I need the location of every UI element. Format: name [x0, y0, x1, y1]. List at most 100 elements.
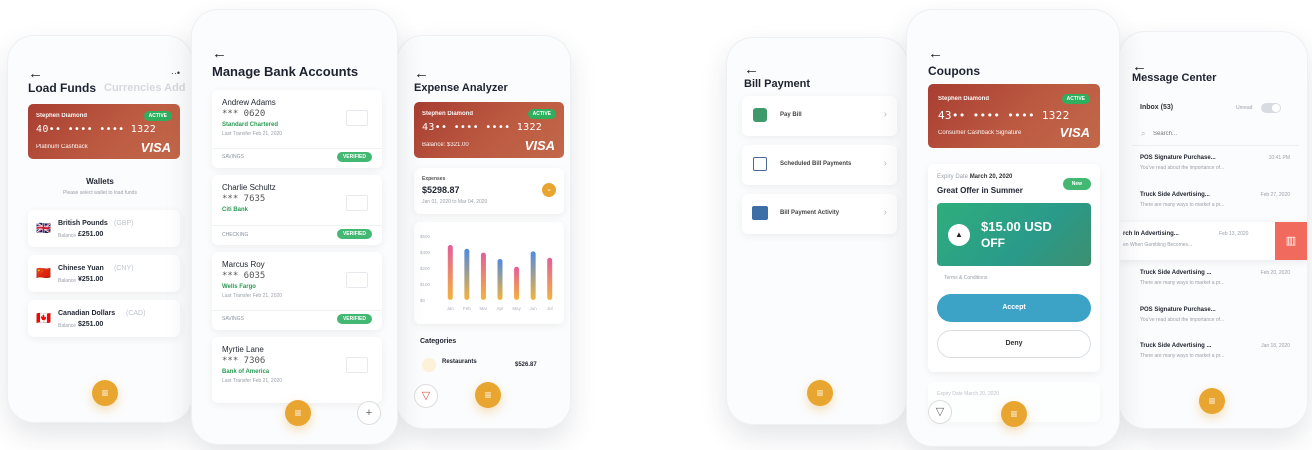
card-number: 43•• •••• •••• 1322 [422, 122, 543, 133]
credit-card[interactable]: Stephen Diamond ACTIVE 43•• •••• •••• 13… [414, 102, 564, 158]
uk-flag-icon: 🇬🇧 [36, 221, 51, 235]
categories-title: Categories [420, 338, 457, 345]
active-badge: ACTIVE [527, 109, 556, 119]
bill-payment-activity-item[interactable]: Bill Payment Activity › [742, 194, 897, 234]
bar-jan[interactable] [447, 244, 453, 300]
menu-fab-button[interactable]: ≡ [1199, 388, 1225, 414]
expense-chart-card: $500 $400 $200 $100 $0 Jan Feb Mar Apr May Jun Jul [414, 222, 564, 324]
expiry-label: Expiry Date March 20, 2020 [937, 174, 1013, 180]
unread-label: Unread [1236, 105, 1253, 111]
chevron-down-icon[interactable]: ⌄ [542, 183, 556, 197]
coupon-off: OFF [981, 236, 1005, 250]
bank-building-icon [752, 206, 768, 220]
wallet-amount: £251.00 [78, 231, 104, 238]
message-item[interactable]: Truck Side Advertising ... There are man… [1132, 265, 1302, 295]
account-number: *** 7635 [222, 194, 266, 204]
account-name: Marcus Roy [222, 260, 265, 269]
active-badge: ACTIVE [1061, 94, 1090, 104]
calendar-icon [753, 157, 767, 171]
menu-fab-button[interactable]: ≡ [1001, 401, 1027, 427]
chevron-right-icon: › [883, 207, 887, 218]
account-name: Myrtie Lane [222, 345, 264, 354]
account-number: *** 0620 [222, 109, 266, 119]
x-tick-label: Jan [447, 306, 455, 311]
menu-fab-button[interactable]: ≡ [285, 400, 311, 426]
expenses-range: Jan 01, 2020 to Mar 04, 2020 [422, 199, 488, 205]
back-arrow-icon[interactable]: ← [744, 62, 759, 77]
accept-button[interactable]: Accept [937, 294, 1091, 322]
bar-mar[interactable] [480, 252, 486, 300]
wallet-name: Chinese Yuan [58, 265, 104, 272]
back-arrow-icon[interactable]: ← [928, 46, 943, 61]
wallet-item[interactable]: 🇨🇳 Chinese Yuan (CNY) Balance ¥251.00 [28, 255, 180, 292]
bank-building-icon [346, 110, 368, 126]
phone-load-funds: ← ··• Load Funds Currencies Add Stephen … [8, 36, 192, 422]
expenses-summary[interactable]: Expenses $5298.87 Jan 01, 2020 to Mar 04… [414, 168, 564, 214]
wallet-name: Canadian Dollars [58, 310, 116, 317]
wallet-item[interactable]: 🇨🇦 Canadian Dollars (CAD) Balance $251.0… [28, 300, 180, 337]
bank-account-card[interactable]: Marcus Roy *** 6035 Wells Fargo Last Tra… [212, 252, 382, 330]
bar-may[interactable] [514, 266, 520, 300]
card-number: 40•• •••• •••• 1322 [36, 124, 157, 135]
menu-fab-button[interactable]: ≡ [807, 380, 833, 406]
terms-link[interactable]: Terms & Conditions [944, 275, 987, 281]
bar-jul[interactable] [547, 257, 553, 300]
search-input[interactable] [1153, 128, 1273, 140]
wallets-title: Wallets [86, 177, 114, 186]
filter-icon[interactable]: ▽ [414, 384, 438, 408]
account-number: *** 6035 [222, 271, 266, 281]
last-transfer: Last Transfer Feb 21, 2020 [222, 378, 283, 384]
menu-dots-icon[interactable]: ··• [171, 68, 180, 78]
card-holder: Stephen Diamond [36, 113, 88, 119]
message-item[interactable]: POS Signature Purchase... You've read ab… [1132, 150, 1302, 180]
bank-building-icon [346, 195, 368, 211]
message-preview: There are many ways to market a pr... [1140, 353, 1225, 359]
message-subject: POS Signature Purchase... [1140, 307, 1216, 313]
menu-fab-button[interactable]: ≡ [92, 380, 118, 406]
card-number: 43•• •••• •••• 1322 [938, 109, 1070, 122]
phone-bank-accounts: ← Manage Bank Accounts Andrew Adams *** … [192, 10, 397, 444]
tab-currencies-add[interactable]: Currencies Add [104, 82, 186, 94]
bar-apr[interactable] [497, 259, 503, 300]
unread-toggle[interactable] [1261, 103, 1281, 113]
deny-button[interactable]: Deny [937, 330, 1091, 358]
pay-bill-item[interactable]: Pay Bill › [742, 96, 897, 136]
page-title: Message Center [1132, 72, 1217, 84]
menu-fab-button[interactable]: ≡ [475, 382, 501, 408]
page-title: Coupons [928, 64, 980, 78]
coupon-card[interactable]: Expiry Date March 20, 2020 New Great Off… [928, 164, 1100, 372]
bank-account-card[interactable]: Charlie Schultz *** 7635 Citi Bank CHECK… [212, 175, 382, 245]
message-time: Jan 18, 2020 [1261, 343, 1290, 349]
bar-jun[interactable] [530, 251, 536, 300]
delete-button[interactable]: ▥ [1275, 222, 1307, 260]
bank-account-card[interactable]: Myrtie Lane *** 7306 Bank of America Las… [212, 337, 382, 403]
filter-icon[interactable]: ▽ [928, 400, 952, 424]
message-item[interactable]: POS Signature Purchase... You've read ab… [1132, 302, 1302, 332]
x-tick-label: Jul [547, 306, 553, 311]
back-arrow-icon[interactable]: ← [414, 66, 429, 81]
credit-card[interactable]: Stephen Diamond ACTIVE 43•• •••• •••• 13… [928, 84, 1100, 148]
message-preview: There are many ways to market a pr... [1140, 280, 1225, 286]
verified-badge: VERIFIED [336, 152, 372, 162]
y-tick-label: $0 [420, 298, 426, 303]
message-item[interactable]: Truck Side Advertising ... There are man… [1132, 338, 1302, 368]
bar-feb[interactable] [464, 248, 470, 300]
scheduled-bill-payments-item[interactable]: Scheduled Bill Payments › [742, 145, 897, 185]
add-account-button[interactable]: + [357, 401, 381, 425]
wallet-item[interactable]: 🇬🇧 British Pounds (GBP) Balance £251.00 [28, 210, 180, 247]
expenses-value: $5298.87 [422, 185, 460, 195]
page-title: Load Funds [28, 81, 96, 95]
bank-account-card[interactable]: Andrew Adams *** 0620 Standard Chartered… [212, 90, 382, 168]
card-type: Consumer Cashback Signature [938, 130, 1022, 136]
verified-badge: VERIFIED [336, 229, 372, 239]
credit-card[interactable]: Stephen Diamond ACTIVE 40•• •••• •••• 13… [28, 104, 180, 159]
message-item-swiped[interactable]: rch In Advertising... en When Gambling B… [1119, 222, 1307, 260]
account-name: Andrew Adams [222, 98, 276, 107]
back-arrow-icon[interactable]: ← [28, 66, 43, 81]
last-transfer: Last Transfer Feb 21, 2020 [222, 131, 283, 137]
page-title: Bill Payment [744, 78, 811, 90]
message-item[interactable]: Truck Side Advertising... There are many… [1132, 187, 1302, 217]
account-type: CHECKING [222, 232, 249, 238]
bank-name: Citi Bank [222, 207, 249, 213]
back-arrow-icon[interactable]: ← [212, 46, 227, 61]
